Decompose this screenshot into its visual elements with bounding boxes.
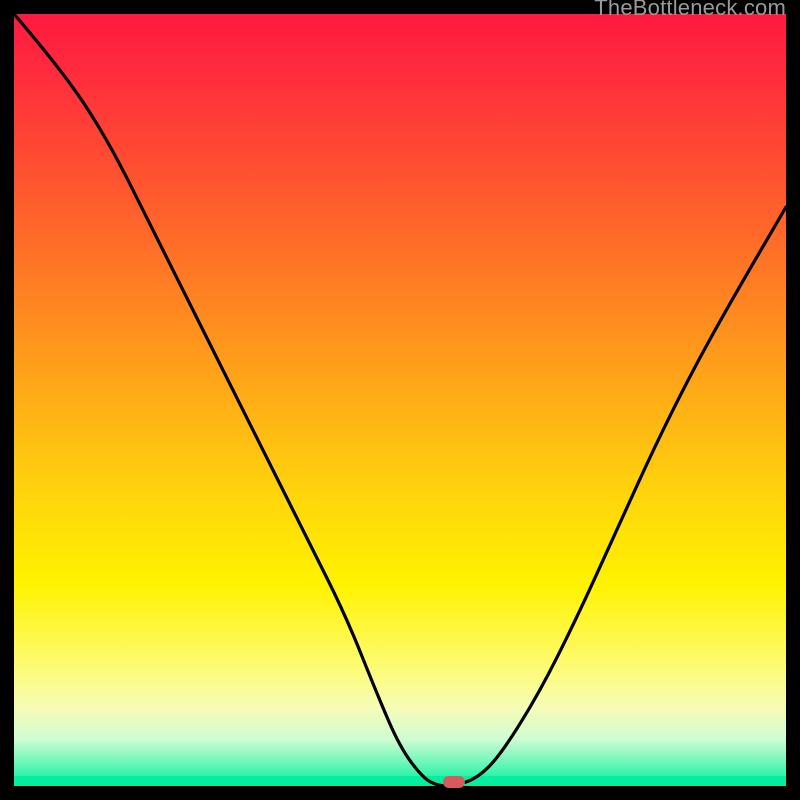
chart-frame — [14, 14, 786, 786]
attribution-text: TheBottleneck.com — [594, 0, 786, 21]
plot-area — [14, 14, 786, 786]
optimum-marker — [443, 776, 465, 788]
bottleneck-curve — [14, 14, 786, 786]
